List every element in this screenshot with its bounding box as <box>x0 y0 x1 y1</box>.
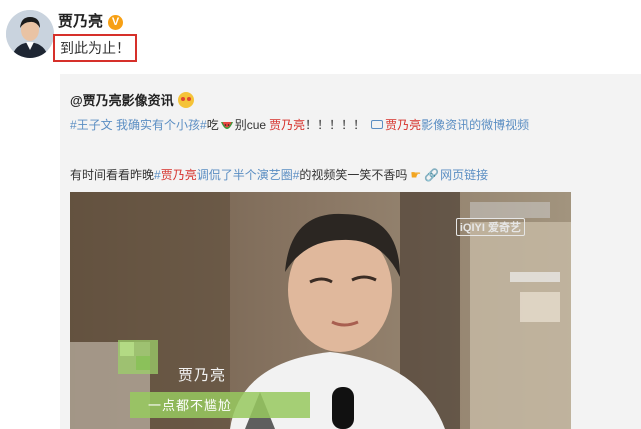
post-text: 到此为止！ <box>53 34 137 62</box>
link-icon: 🔗 <box>424 167 440 182</box>
topic-link[interactable]: #王子文 我确实有个小孩# <box>70 116 207 133</box>
post-author-name[interactable]: 贾乃亮 <box>58 12 103 32</box>
video-link-suffix[interactable]: 影像资讯的微博视频 <box>421 116 529 133</box>
web-link[interactable]: 网页链接 <box>440 166 488 183</box>
watermelon-icon <box>220 121 233 129</box>
verified-badge-icon: V <box>108 14 124 30</box>
video-link-prefix[interactable]: 贾乃亮 <box>385 116 421 133</box>
post-author[interactable]: 贾乃亮 V <box>58 12 124 32</box>
repost-card: @贾乃亮影像资讯 #王子文 我确实有个小孩# 吃 别cue 贾乃亮 ！！！！！ … <box>60 74 641 429</box>
repost-text-exclaim: ！！！！！ <box>305 118 366 132</box>
video-caption-name: 贾乃亮 <box>178 367 227 384</box>
repost-text-prefix: 有时间看看昨晚 <box>70 168 155 182</box>
repost-author[interactable]: @贾乃亮影像资讯 <box>70 90 194 109</box>
video-caption-line: 一点都不尴尬 <box>148 398 233 413</box>
repost-text-dont-cue: 别cue <box>234 118 267 132</box>
repost-text-suffix: 的视频笑一笑不香吗 <box>299 168 408 182</box>
repost-text-line2: 有时间看看昨晚 # 贾乃亮 调侃了半个演艺圈# 的视频笑一笑不香吗 ☛ 🔗 网页… <box>70 166 488 183</box>
heart-eyes-emoji-icon <box>177 91 194 108</box>
topic-name[interactable]: 贾乃亮 <box>161 166 197 183</box>
repost-author-name[interactable]: @贾乃亮影像资讯 <box>70 90 174 109</box>
avatar[interactable] <box>6 10 54 58</box>
repost-text-line1: #王子文 我确实有个小孩# 吃 别cue 贾乃亮 ！！！！！ 贾乃亮 影像资讯的… <box>70 116 529 133</box>
repost-text-eat: 吃 <box>206 118 219 132</box>
mention-name[interactable]: 贾乃亮 <box>269 116 305 133</box>
pointing-hand-icon: ☛ <box>410 167 422 182</box>
topic-rest[interactable]: 调侃了半个演艺圈# <box>197 166 300 183</box>
topic-hash[interactable]: # <box>154 168 161 182</box>
video-player[interactable]: iQIYI 爱奇艺 贾乃亮 一点都不尴尬 <box>70 192 571 429</box>
video-icon <box>371 120 384 129</box>
iqiyi-watermark: iQIYI 爱奇艺 <box>455 218 525 236</box>
